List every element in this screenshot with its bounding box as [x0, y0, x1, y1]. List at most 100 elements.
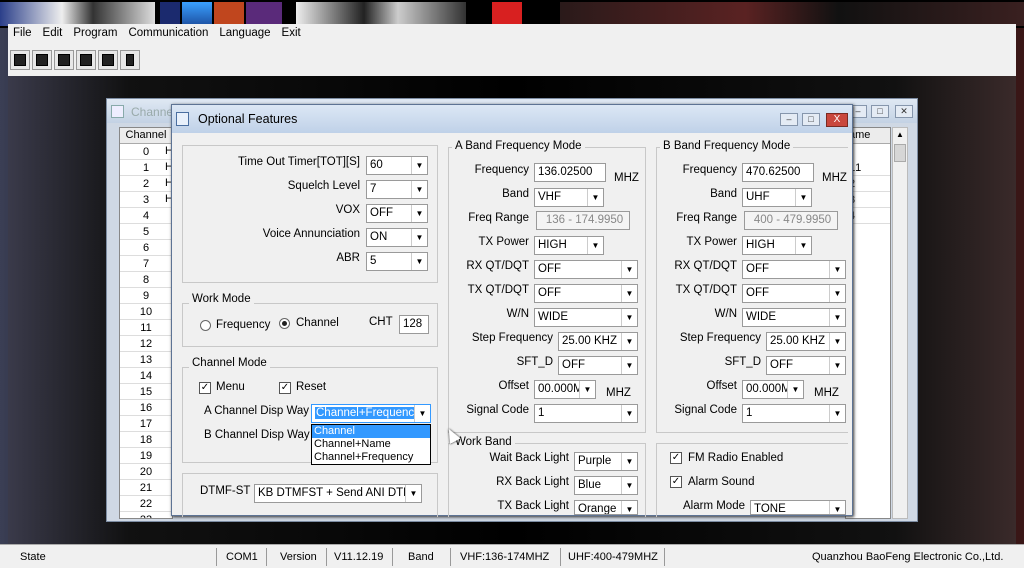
cht-input[interactable]: 128	[399, 315, 429, 334]
table-row[interactable]: 5	[120, 224, 172, 240]
chevron-down-icon[interactable]: ▼	[621, 285, 637, 302]
dialog-close-button[interactable]: X	[826, 113, 848, 127]
chevron-down-icon[interactable]: ▼	[795, 237, 811, 254]
chevron-down-icon[interactable]: ▼	[621, 357, 637, 374]
scroll-up-icon[interactable]: ▲	[894, 130, 906, 142]
menu-edit[interactable]: Edit	[38, 26, 69, 44]
table-row[interactable]: 19	[120, 448, 172, 464]
chevron-down-icon[interactable]: ▼	[411, 229, 427, 246]
chevron-down-icon[interactable]: ▼	[829, 501, 845, 514]
chevron-down-icon[interactable]: ▼	[411, 181, 427, 198]
table-row[interactable]: 16	[120, 400, 172, 416]
chevron-down-icon[interactable]: ▼	[587, 189, 603, 206]
chevron-down-icon[interactable]: ▼	[579, 381, 595, 398]
b-offset-select[interactable]: 00.000M ▼	[742, 380, 804, 399]
menu-language[interactable]: Language	[214, 26, 276, 44]
chevron-down-icon[interactable]: ▼	[621, 453, 637, 470]
table-row[interactable]: 6	[120, 240, 172, 256]
close-button[interactable]: ✕	[895, 105, 913, 118]
table-row[interactable]: 15	[120, 384, 172, 400]
a-disp-dropdown-list[interactable]: Channel Channel+Name Channel+Frequency	[311, 424, 431, 465]
chevron-down-icon[interactable]: ▼	[411, 205, 427, 222]
table-row[interactable]: 21	[120, 480, 172, 496]
chevron-down-icon[interactable]: ▼	[795, 189, 811, 206]
open-button[interactable]	[54, 50, 74, 70]
table-row[interactable]: 14	[120, 368, 172, 384]
b-wn-select[interactable]: WIDE ▼	[742, 308, 846, 327]
chevron-down-icon[interactable]: ▼	[829, 309, 845, 326]
a-sftd-select[interactable]: OFF ▼	[558, 356, 638, 375]
menu-exit[interactable]: Exit	[277, 26, 307, 44]
dialog-maximize-button[interactable]: □	[802, 113, 820, 126]
b-signal-select[interactable]: 1 ▼	[742, 404, 846, 423]
rx-light-select[interactable]: Blue ▼	[574, 476, 638, 495]
alarm-mode-select[interactable]: TONE ▼	[750, 500, 846, 515]
maximize-button[interactable]: □	[871, 105, 889, 118]
a-signal-select[interactable]: 1 ▼	[534, 404, 638, 423]
table-row[interactable]: 23	[120, 512, 172, 518]
b-txpower-select[interactable]: HIGH ▼	[742, 236, 812, 255]
a-step-select[interactable]: 25.00 KHZ ▼	[558, 332, 638, 351]
chevron-down-icon[interactable]: ▼	[621, 477, 637, 494]
table-row[interactable]: 7	[120, 256, 172, 272]
chevron-down-icon[interactable]: ▼	[621, 309, 637, 326]
table-row[interactable]: 20	[120, 464, 172, 480]
chevron-down-icon[interactable]: ▼	[621, 333, 637, 350]
chevron-down-icon[interactable]: ▼	[405, 485, 421, 502]
save-button[interactable]	[32, 50, 52, 70]
table-row[interactable]: 10	[120, 304, 172, 320]
a-wn-select[interactable]: WIDE ▼	[534, 308, 638, 327]
wait-light-select[interactable]: Purple ▼	[574, 452, 638, 471]
chevron-down-icon[interactable]: ▼	[787, 381, 803, 398]
chevron-down-icon[interactable]: ▼	[621, 405, 637, 422]
voice-select[interactable]: ON ▼	[366, 228, 428, 247]
b-rxqt-select[interactable]: OFF ▼	[742, 260, 846, 279]
chevron-down-icon[interactable]: ▼	[621, 501, 637, 514]
export-button[interactable]	[120, 50, 140, 70]
menu-communication[interactable]: Communication	[123, 26, 214, 44]
a-band-select[interactable]: VHF ▼	[534, 188, 604, 207]
menu-checkbox[interactable]: ✓	[199, 382, 211, 394]
table-row[interactable]: 13	[120, 352, 172, 368]
write-radio-button[interactable]	[98, 50, 118, 70]
a-frequency-input[interactable]: 136.02500	[534, 163, 606, 182]
fm-radio-checkbox[interactable]: ✓	[670, 452, 682, 464]
chevron-down-icon[interactable]: ▼	[411, 157, 427, 174]
squelch-select[interactable]: 7 ▼	[366, 180, 428, 199]
table-row[interactable]: 8	[120, 272, 172, 288]
frequency-radio[interactable]	[200, 320, 211, 331]
chevron-down-icon[interactable]: ▼	[829, 261, 845, 278]
b-band-select[interactable]: UHF ▼	[742, 188, 812, 207]
a-offset-select[interactable]: 00.000M ▼	[534, 380, 596, 399]
b-txqt-select[interactable]: OFF ▼	[742, 284, 846, 303]
dialog-titlebar[interactable]: Optional Features – □ X	[172, 105, 852, 133]
chevron-down-icon[interactable]: ▼	[829, 405, 845, 422]
dialog-minimize-button[interactable]: –	[780, 113, 798, 126]
channel-radio[interactable]	[279, 318, 290, 329]
table-row[interactable]: 9	[120, 288, 172, 304]
chevron-down-icon[interactable]: ▼	[414, 405, 430, 422]
column-header[interactable]: Channel	[120, 128, 172, 144]
tot-select[interactable]: 60 ▼	[366, 156, 428, 175]
chevron-down-icon[interactable]: ▼	[411, 253, 427, 270]
chevron-down-icon[interactable]: ▼	[829, 357, 845, 374]
chevron-down-icon[interactable]: ▼	[829, 333, 845, 350]
b-step-select[interactable]: 25.00 KHZ ▼	[766, 332, 846, 351]
a-disp-select[interactable]: Channel+Frequency ▼	[311, 404, 431, 423]
vertical-scrollbar[interactable]: ▲	[892, 127, 908, 519]
a-txqt-select[interactable]: OFF ▼	[534, 284, 638, 303]
new-button[interactable]	[10, 50, 30, 70]
table-row[interactable]: 11	[120, 320, 172, 336]
menu-program[interactable]: Program	[68, 26, 123, 44]
b-frequency-input[interactable]: 470.62500	[742, 163, 814, 182]
table-row[interactable]: 18	[120, 432, 172, 448]
chevron-down-icon[interactable]: ▼	[621, 261, 637, 278]
chevron-down-icon[interactable]: ▼	[829, 285, 845, 302]
dropdown-option-channel-name[interactable]: Channel+Name	[312, 438, 430, 451]
a-txpower-select[interactable]: HIGH ▼	[534, 236, 604, 255]
a-rxqt-select[interactable]: OFF ▼	[534, 260, 638, 279]
abr-select[interactable]: 5 ▼	[366, 252, 428, 271]
dropdown-option-channel-frequency[interactable]: Channel+Frequency	[312, 451, 430, 464]
b-sftd-select[interactable]: OFF ▼	[766, 356, 846, 375]
table-row[interactable]: 17	[120, 416, 172, 432]
